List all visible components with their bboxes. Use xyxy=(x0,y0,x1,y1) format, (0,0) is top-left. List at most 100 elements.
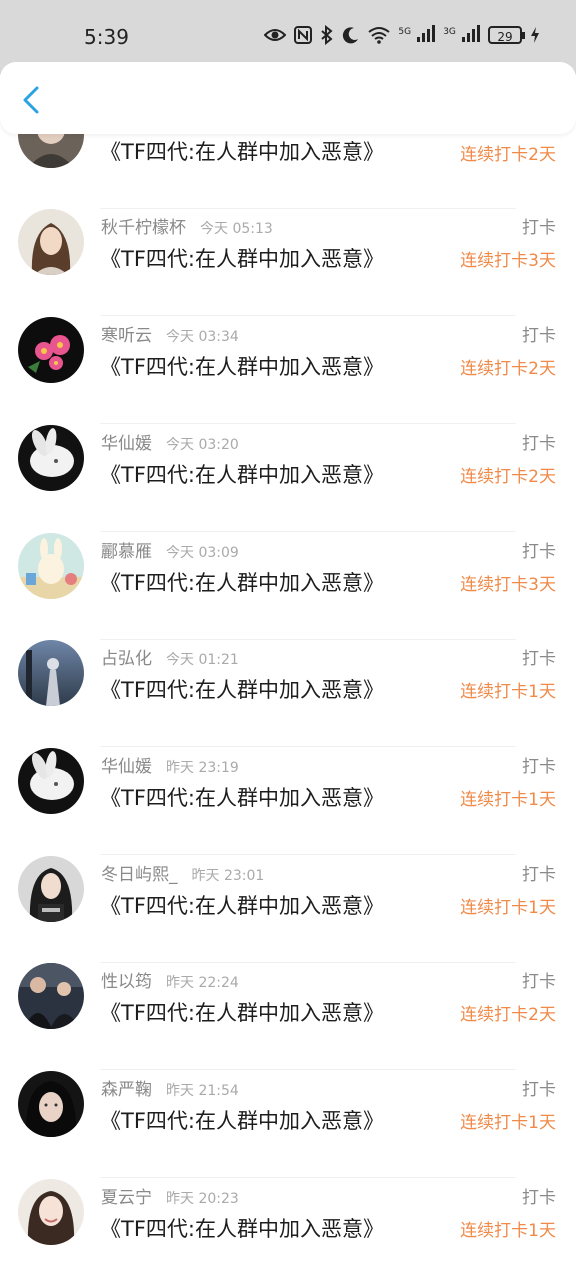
streak-label: 连续打卡3天 xyxy=(460,251,556,271)
user-meta: 夏云宁 昨天 20:23 xyxy=(101,1183,239,1208)
timestamp: 昨天 23:19 xyxy=(166,760,239,776)
user-meta: 占弘化 今天 01:21 xyxy=(101,644,239,669)
user-meta: 酈慕雁 今天 03:09 xyxy=(101,537,239,562)
book-title[interactable]: 《TF四代:在人群中加入恶意》 xyxy=(100,674,384,704)
streak-label: 连续打卡2天 xyxy=(460,359,556,379)
checkin-label: 打卡 xyxy=(522,757,556,777)
timestamp: 今天 03:34 xyxy=(166,329,239,345)
checkin-label: 打卡 xyxy=(522,542,556,562)
streak-label: 连续打卡2天 xyxy=(460,1005,556,1025)
divider xyxy=(100,423,516,424)
book-title[interactable]: 《TF四代:在人群中加入恶意》 xyxy=(100,782,384,812)
avatar[interactable] xyxy=(18,317,84,383)
streak-label: 连续打卡1天 xyxy=(460,1113,556,1133)
timestamp: 今天 01:21 xyxy=(166,652,239,668)
divider xyxy=(100,1069,516,1070)
streak-label: 连续打卡1天 xyxy=(460,682,556,702)
book-title[interactable]: 《TF四代:在人群中加入恶意》 xyxy=(100,997,384,1027)
divider xyxy=(100,531,516,532)
timestamp: 今天 05:13 xyxy=(200,221,273,237)
status-icons: 5G 3G 29 xyxy=(264,24,540,46)
charging-icon xyxy=(531,27,539,43)
avatar[interactable] xyxy=(18,748,84,814)
avatar[interactable] xyxy=(18,1071,84,1137)
timestamp: 昨天 21:54 xyxy=(166,1083,239,1099)
checkin-label: 打卡 xyxy=(522,972,556,992)
book-title[interactable]: 《TF四代:在人群中加入恶意》 xyxy=(100,351,384,381)
book-title[interactable]: 《TF四代:在人群中加入恶意》 xyxy=(100,1105,384,1135)
top-nav-bar xyxy=(0,62,576,134)
book-title[interactable]: 《TF四代:在人群中加入恶意》 xyxy=(100,243,384,273)
list-item[interactable]: 夏云宁 昨天 20:23 《TF四代:在人群中加入恶意》 打卡 连续打卡1天 xyxy=(0,1179,576,1286)
list-item[interactable]: 森严鞠 昨天 21:54 《TF四代:在人群中加入恶意》 打卡 连续打卡1天 xyxy=(0,1071,576,1178)
avatar[interactable] xyxy=(18,856,84,922)
book-title[interactable]: 《TF四代:在人群中加入恶意》 xyxy=(100,459,384,489)
timestamp: 昨天 20:23 xyxy=(166,1191,239,1207)
moon-icon xyxy=(343,27,359,44)
timestamp: 今天 03:20 xyxy=(166,437,239,453)
username[interactable]: 寒听云 xyxy=(101,326,152,346)
battery-icon: 29 xyxy=(488,26,525,44)
list-item[interactable]: 占弘化 今天 01:21 《TF四代:在人群中加入恶意》 打卡 连续打卡1天 xyxy=(0,640,576,747)
username[interactable]: 华仙媛 xyxy=(101,757,152,777)
list-item[interactable]: 冬日屿熙_ 昨天 23:01 《TF四代:在人群中加入恶意》 打卡 连续打卡1天 xyxy=(0,856,576,963)
timestamp: 今天 03:09 xyxy=(166,545,239,561)
back-button[interactable] xyxy=(12,80,52,120)
checkin-label: 打卡 xyxy=(522,434,556,454)
username[interactable]: 秋千柠檬杯 xyxy=(101,218,186,238)
wifi-icon xyxy=(368,27,391,44)
divider xyxy=(100,1177,516,1178)
avatar[interactable] xyxy=(18,533,84,599)
checkin-label: 打卡 xyxy=(522,326,556,346)
eye-icon xyxy=(264,29,287,41)
streak-label: 连续打卡1天 xyxy=(460,898,556,918)
divider xyxy=(100,746,516,747)
username[interactable]: 森严鞠 xyxy=(101,1080,152,1100)
user-meta: 寒听云 今天 03:34 xyxy=(101,321,239,346)
signal-5g-icon: 5G xyxy=(398,24,436,46)
book-title[interactable]: 《TF四代:在人群中加入恶意》 xyxy=(100,567,384,597)
divider xyxy=(100,854,516,855)
username[interactable]: 冬日屿熙_ xyxy=(101,865,178,885)
user-meta: 森严鞠 昨天 21:54 xyxy=(101,1075,239,1100)
streak-label: 连续打卡2天 xyxy=(460,145,556,165)
book-title[interactable]: 《TF四代:在人群中加入恶意》 xyxy=(100,890,384,920)
book-title[interactable]: 《TF四代:在人群中加入恶意》 xyxy=(100,1213,384,1243)
user-meta: 冬日屿熙_ 昨天 23:01 xyxy=(101,860,264,885)
avatar[interactable] xyxy=(18,209,84,275)
list-item[interactable]: 华仙媛 昨天 23:19 《TF四代:在人群中加入恶意》 打卡 连续打卡1天 xyxy=(0,748,576,855)
checkin-label: 打卡 xyxy=(522,218,556,238)
signal-3g-icon: 3G xyxy=(443,24,480,46)
timestamp: 昨天 22:24 xyxy=(166,975,239,991)
list-item[interactable]: 性以筠 昨天 22:24 《TF四代:在人群中加入恶意》 打卡 连续打卡2天 xyxy=(0,963,576,1070)
checkin-label: 打卡 xyxy=(522,1080,556,1100)
nfc-icon xyxy=(294,26,313,44)
username[interactable]: 夏云宁 xyxy=(101,1188,152,1208)
chevron-left-icon xyxy=(23,86,39,114)
checkin-label: 打卡 xyxy=(522,649,556,669)
user-meta: 华仙媛 昨天 23:19 xyxy=(101,752,239,777)
list-item[interactable]: 酈慕雁 今天 03:09 《TF四代:在人群中加入恶意》 打卡 连续打卡3天 xyxy=(0,533,576,640)
avatar[interactable] xyxy=(18,1179,84,1245)
avatar[interactable] xyxy=(18,640,84,706)
username[interactable]: 性以筠 xyxy=(101,972,152,992)
book-title[interactable]: 《TF四代:在人群中加入恶意》 xyxy=(100,136,384,166)
username[interactable]: 占弘化 xyxy=(101,649,152,669)
checkin-label: 打卡 xyxy=(522,865,556,885)
avatar[interactable] xyxy=(18,963,84,1029)
user-meta: 性以筠 昨天 22:24 xyxy=(101,967,239,992)
divider xyxy=(100,315,516,316)
avatar[interactable] xyxy=(18,425,84,491)
status-time: 5:39 xyxy=(84,25,129,49)
list-item[interactable]: 寒听云 今天 03:34 《TF四代:在人群中加入恶意》 打卡 连续打卡2天 xyxy=(0,317,576,424)
timestamp: 昨天 23:01 xyxy=(191,868,265,884)
list-item[interactable]: 秋千柠檬杯 今天 05:13 《TF四代:在人群中加入恶意》 打卡 连续打卡3天 xyxy=(0,209,576,316)
streak-label: 连续打卡3天 xyxy=(460,575,556,595)
streak-label: 连续打卡1天 xyxy=(460,790,556,810)
username[interactable]: 酈慕雁 xyxy=(101,542,152,562)
username[interactable]: 华仙媛 xyxy=(101,434,152,454)
user-meta: 华仙媛 今天 03:20 xyxy=(101,429,239,454)
streak-label: 连续打卡2天 xyxy=(460,467,556,487)
list-item[interactable]: 华仙媛 今天 03:20 《TF四代:在人群中加入恶意》 打卡 连续打卡2天 xyxy=(0,425,576,532)
checkin-label: 打卡 xyxy=(522,1188,556,1208)
